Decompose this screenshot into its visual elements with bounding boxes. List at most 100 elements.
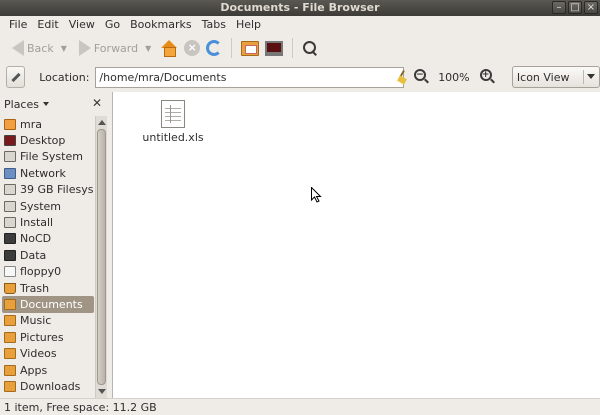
file-name: untitled.xls bbox=[142, 131, 204, 144]
reload-button[interactable] bbox=[203, 36, 225, 60]
menu-edit[interactable]: Edit bbox=[32, 16, 63, 34]
sidebar-item-network[interactable]: Network bbox=[2, 165, 94, 181]
sidebar-scrollbar[interactable] bbox=[95, 116, 107, 398]
home-icon bbox=[4, 118, 16, 130]
trash-icon bbox=[4, 282, 16, 294]
up-home-icon bbox=[160, 40, 178, 57]
sidebar-item-label: System bbox=[20, 199, 62, 213]
sidebar-item-label: Music bbox=[20, 314, 52, 328]
dark-icon bbox=[4, 233, 16, 245]
minimize-button[interactable]: – bbox=[552, 1, 566, 14]
computer-button[interactable] bbox=[262, 36, 286, 60]
close-button[interactable]: × bbox=[584, 1, 598, 14]
up-button[interactable] bbox=[157, 36, 181, 60]
sidebar-item-data[interactable]: Data bbox=[2, 247, 94, 263]
sidebar-item-videos[interactable]: Videos bbox=[2, 345, 94, 361]
stop-button[interactable]: × bbox=[181, 36, 203, 60]
computer-icon bbox=[265, 40, 284, 56]
sidebar-item-floppy0[interactable]: floppy0 bbox=[2, 264, 94, 280]
file-item[interactable]: untitled.xls bbox=[141, 100, 205, 144]
forward-button[interactable]: Forward bbox=[73, 36, 141, 60]
menu-view[interactable]: View bbox=[64, 16, 100, 34]
toolbar-separator bbox=[231, 38, 233, 58]
sidebar-item-label: Install bbox=[20, 216, 54, 230]
sidebar-item-label: Apps bbox=[20, 363, 48, 377]
location-label: Location: bbox=[39, 70, 90, 84]
sidebar-item-label: Videos bbox=[20, 347, 57, 361]
sidebar-item-label: File System bbox=[20, 150, 83, 164]
location-input[interactable] bbox=[95, 66, 404, 88]
close-sidebar-icon[interactable]: ✕ bbox=[92, 97, 102, 109]
reload-icon bbox=[206, 40, 223, 56]
sidebar-item-nocd[interactable]: NoCD bbox=[2, 231, 94, 247]
location-bar: Location: − 100% + Icon View bbox=[0, 62, 600, 92]
chevron-down-icon bbox=[42, 102, 49, 106]
sidebar-item-documents[interactable]: Documents bbox=[2, 296, 94, 313]
sidebar-item-label: 39 GB Filesys… bbox=[20, 183, 94, 197]
zoom-in-button[interactable]: + bbox=[479, 69, 495, 85]
sidebar-item-label: Pictures bbox=[20, 330, 64, 344]
title-bar: Documents - File Browser – □ × bbox=[0, 0, 600, 16]
sidebar-item-39-gb-filesys[interactable]: 39 GB Filesys… bbox=[2, 182, 94, 198]
clear-location-icon[interactable] bbox=[397, 70, 407, 84]
forward-history-dropdown[interactable]: ▼ bbox=[145, 44, 151, 53]
status-bar: 1 item, Free space: 11.2 GB bbox=[0, 398, 600, 415]
sidebar-type-selector[interactable]: Places bbox=[4, 94, 104, 114]
scroll-up-icon[interactable] bbox=[98, 120, 106, 125]
folder-icon bbox=[4, 315, 16, 327]
search-button[interactable] bbox=[299, 36, 321, 60]
sidebar-item-label: Trash bbox=[20, 281, 50, 295]
scroll-down-icon[interactable] bbox=[98, 389, 106, 394]
drive-icon bbox=[4, 217, 16, 229]
file-view[interactable]: untitled.xls bbox=[112, 92, 600, 398]
zoom-out-button[interactable]: − bbox=[413, 69, 429, 85]
sidebar-item-install[interactable]: Install bbox=[2, 214, 94, 230]
sidebar-item-label: Network bbox=[20, 166, 66, 180]
menu-bookmarks[interactable]: Bookmarks bbox=[125, 16, 196, 34]
drive-icon bbox=[4, 184, 16, 196]
sidebar-item-downloads[interactable]: Downloads bbox=[2, 378, 94, 394]
sidebar-item-apps[interactable]: Apps bbox=[2, 362, 94, 378]
home-folder-icon bbox=[241, 40, 260, 56]
menu-tabs[interactable]: Tabs bbox=[197, 16, 231, 34]
sidebar-item-file-system[interactable]: File System bbox=[2, 149, 94, 165]
sidebar-item-trash[interactable]: Trash bbox=[2, 280, 94, 296]
menu-bar: File Edit View Go Bookmarks Tabs Help bbox=[0, 16, 600, 34]
drive-icon bbox=[4, 200, 16, 212]
sidebar-item-pictures[interactable]: Pictures bbox=[2, 329, 94, 345]
toggle-location-button[interactable] bbox=[6, 66, 26, 88]
back-button[interactable]: Back bbox=[6, 36, 57, 60]
maximize-button[interactable]: □ bbox=[568, 1, 582, 14]
back-history-dropdown[interactable]: ▼ bbox=[61, 44, 67, 53]
sidebar-item-system[interactable]: System bbox=[2, 198, 94, 214]
view-mode-select[interactable]: Icon View bbox=[511, 66, 600, 88]
sidebar-header-label: Places bbox=[4, 97, 39, 111]
pencil-icon bbox=[10, 72, 21, 82]
folder-icon bbox=[4, 380, 16, 392]
sidebar: Places ✕ mra Desktop File System Network 39 … bbox=[0, 92, 108, 398]
sidebar-item-label: floppy0 bbox=[20, 265, 62, 279]
menu-go[interactable]: Go bbox=[100, 16, 125, 34]
view-mode-value: Icon View bbox=[516, 70, 570, 84]
sidebar-item-desktop[interactable]: Desktop bbox=[2, 132, 94, 148]
sidebar-item-music[interactable]: Music bbox=[2, 313, 94, 329]
menu-file[interactable]: File bbox=[4, 16, 32, 34]
zoom-level: 100% bbox=[438, 70, 470, 84]
sidebar-item-label: NoCD bbox=[20, 232, 52, 246]
menu-help[interactable]: Help bbox=[231, 16, 266, 34]
scroll-thumb[interactable] bbox=[97, 129, 106, 385]
toolbar: Back ▼ Forward ▼ × bbox=[0, 34, 600, 62]
sidebar-item-label: mra bbox=[20, 117, 42, 131]
window-controls: – □ × bbox=[552, 1, 598, 14]
toolbar-separator bbox=[292, 38, 294, 58]
floppy-icon bbox=[4, 266, 16, 278]
window-title: Documents - File Browser bbox=[220, 1, 380, 14]
sidebar-item-label: Downloads bbox=[20, 379, 81, 393]
dark-icon bbox=[4, 249, 16, 261]
desk-icon bbox=[4, 135, 16, 147]
home-button[interactable] bbox=[238, 36, 262, 60]
spreadsheet-icon bbox=[161, 100, 185, 128]
chevron-down-icon bbox=[587, 74, 595, 79]
folder-icon bbox=[4, 298, 16, 310]
sidebar-item-mra[interactable]: mra bbox=[2, 116, 94, 132]
